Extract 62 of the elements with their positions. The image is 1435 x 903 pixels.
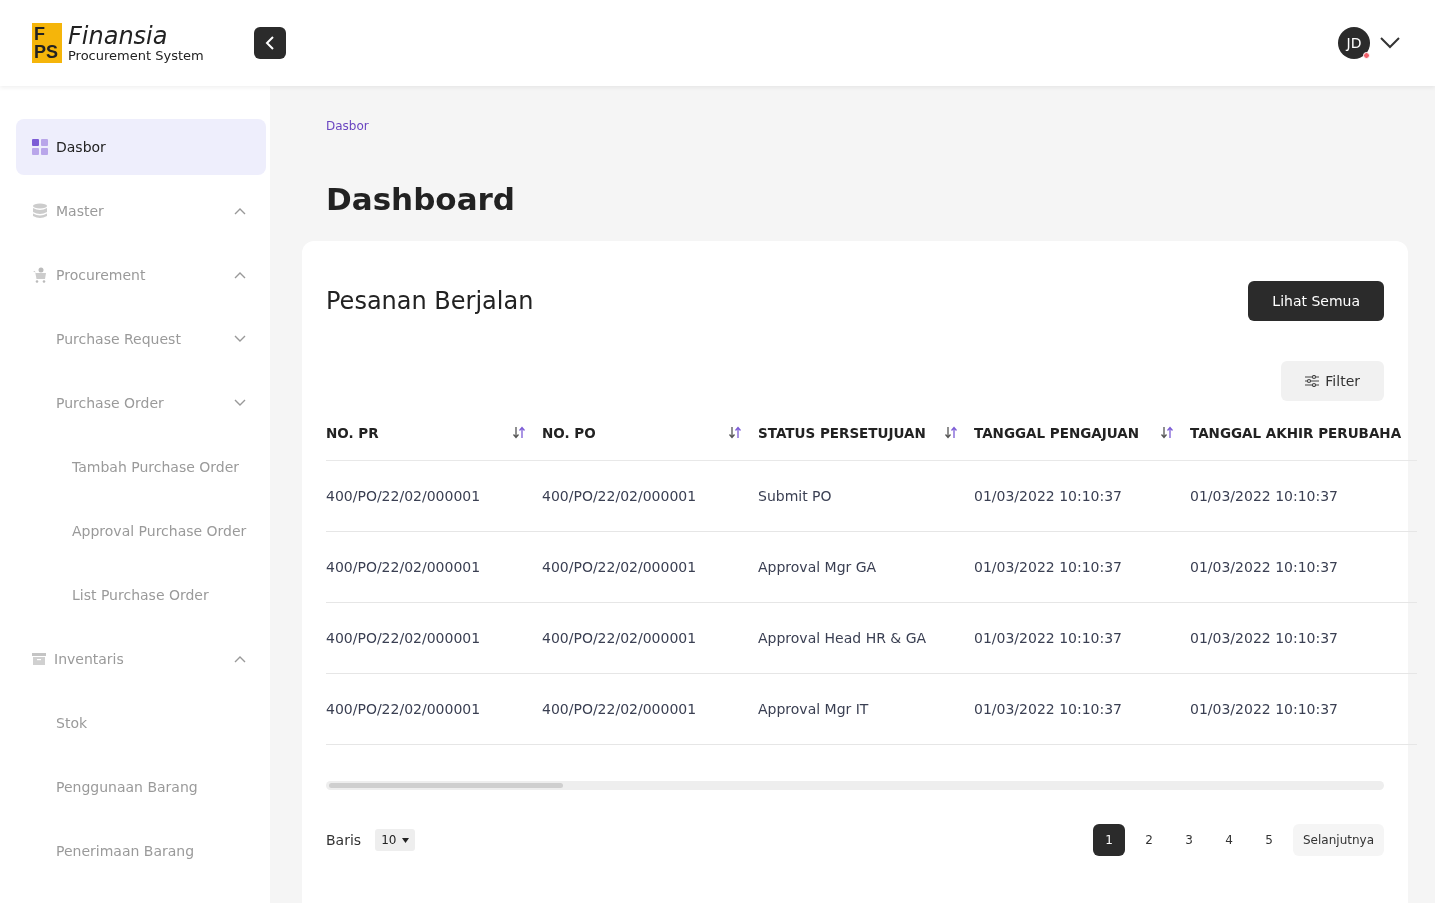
column-header: TANGGAL AKHIR PERUBAHA <box>1190 405 1418 461</box>
column-header: STATUS PERSETUJUAN <box>758 405 974 461</box>
table-cell: 400/PO/22/02/000001 <box>542 603 758 674</box>
sort-icon[interactable] <box>512 426 526 439</box>
page-button[interactable]: 2 <box>1133 824 1165 856</box>
chevron-down-icon <box>234 335 247 343</box>
chevron-down-icon <box>234 399 247 407</box>
caret-icon <box>402 837 410 843</box>
table-cell: 01/03/2022 10:10:37 <box>974 532 1190 603</box>
sort-icon[interactable] <box>944 426 958 439</box>
table-cell: Approval Mgr GA <box>758 532 974 603</box>
page-button[interactable]: 5 <box>1253 824 1285 856</box>
rows-label: Baris <box>326 832 362 848</box>
table-cell: 01/03/2022 10:10:37 <box>974 603 1190 674</box>
grid-icon <box>32 139 48 155</box>
filter-button[interactable]: Filter <box>1281 361 1384 401</box>
view-all-button[interactable]: Lihat Semua <box>1248 281 1384 321</box>
collapse-sidebar-button[interactable] <box>254 27 286 59</box>
table-cell: 400/PO/22/02/000001 <box>326 461 542 532</box>
table-cell: 01/03/2022 10:10:37 <box>1190 461 1418 532</box>
user-avatar[interactable]: JD <box>1338 27 1370 59</box>
column-header: TANGGAL PENGAJUAN <box>974 405 1190 461</box>
table-cell: 01/03/2022 10:10:37 <box>1190 532 1418 603</box>
page-title: Dashboard <box>326 181 517 217</box>
table-cell: Submit PO <box>758 461 974 532</box>
logo-name: Finansia <box>68 23 169 48</box>
page-button[interactable]: 3 <box>1173 824 1205 856</box>
table-cell: 01/03/2022 10:10:37 <box>974 674 1190 745</box>
table-cell: 400/PO/22/02/000001 <box>326 532 542 603</box>
breadcrumb-link[interactable]: Dasbor <box>326 119 1408 133</box>
page-button[interactable]: 1 <box>1093 824 1125 856</box>
logo-subtitle: Procurement System <box>68 47 204 63</box>
table-cell: 400/PO/22/02/000001 <box>542 674 758 745</box>
cart-icon <box>32 267 48 283</box>
sidebar-item[interactable]: Dasbor <box>16 119 267 175</box>
database-icon <box>32 203 48 219</box>
table-cell: 01/03/2022 10:10:37 <box>974 461 1190 532</box>
rows-select[interactable]: 10 <box>375 829 416 851</box>
card-title: Pesanan Berjalan <box>326 287 534 315</box>
table-cell: 400/PO/22/02/000001 <box>326 674 542 745</box>
next-page-button[interactable]: Selanjutnya <box>1293 824 1384 856</box>
chevron-up-icon <box>234 655 247 663</box>
page-button[interactable]: 4 <box>1213 824 1245 856</box>
sliders-icon <box>1305 375 1320 387</box>
chevron-up-icon <box>234 271 247 279</box>
logo-mark: F PS <box>32 23 62 63</box>
sort-icon[interactable] <box>728 426 742 439</box>
table-cell: Approval Head HR & GA <box>758 603 974 674</box>
horizontal-scrollbar[interactable] <box>326 781 1384 790</box>
table-cell: 400/PO/22/02/000001 <box>326 603 542 674</box>
sort-icon[interactable] <box>1160 426 1174 439</box>
table-cell: 400/PO/22/02/000001 <box>542 461 758 532</box>
chevron-down-icon[interactable] <box>1380 37 1400 49</box>
chevron-up-icon <box>234 207 247 215</box>
column-header: NO. PO <box>542 405 758 461</box>
table-cell: 01/03/2022 10:10:37 <box>1190 603 1418 674</box>
chevron-left-icon <box>265 36 275 50</box>
column-header: NO. PR <box>326 405 542 461</box>
archive-icon <box>32 652 46 666</box>
table-cell: 01/03/2022 10:10:37 <box>1190 674 1418 745</box>
table-cell: Approval Mgr IT <box>758 674 974 745</box>
table-cell: 400/PO/22/02/000001 <box>542 532 758 603</box>
